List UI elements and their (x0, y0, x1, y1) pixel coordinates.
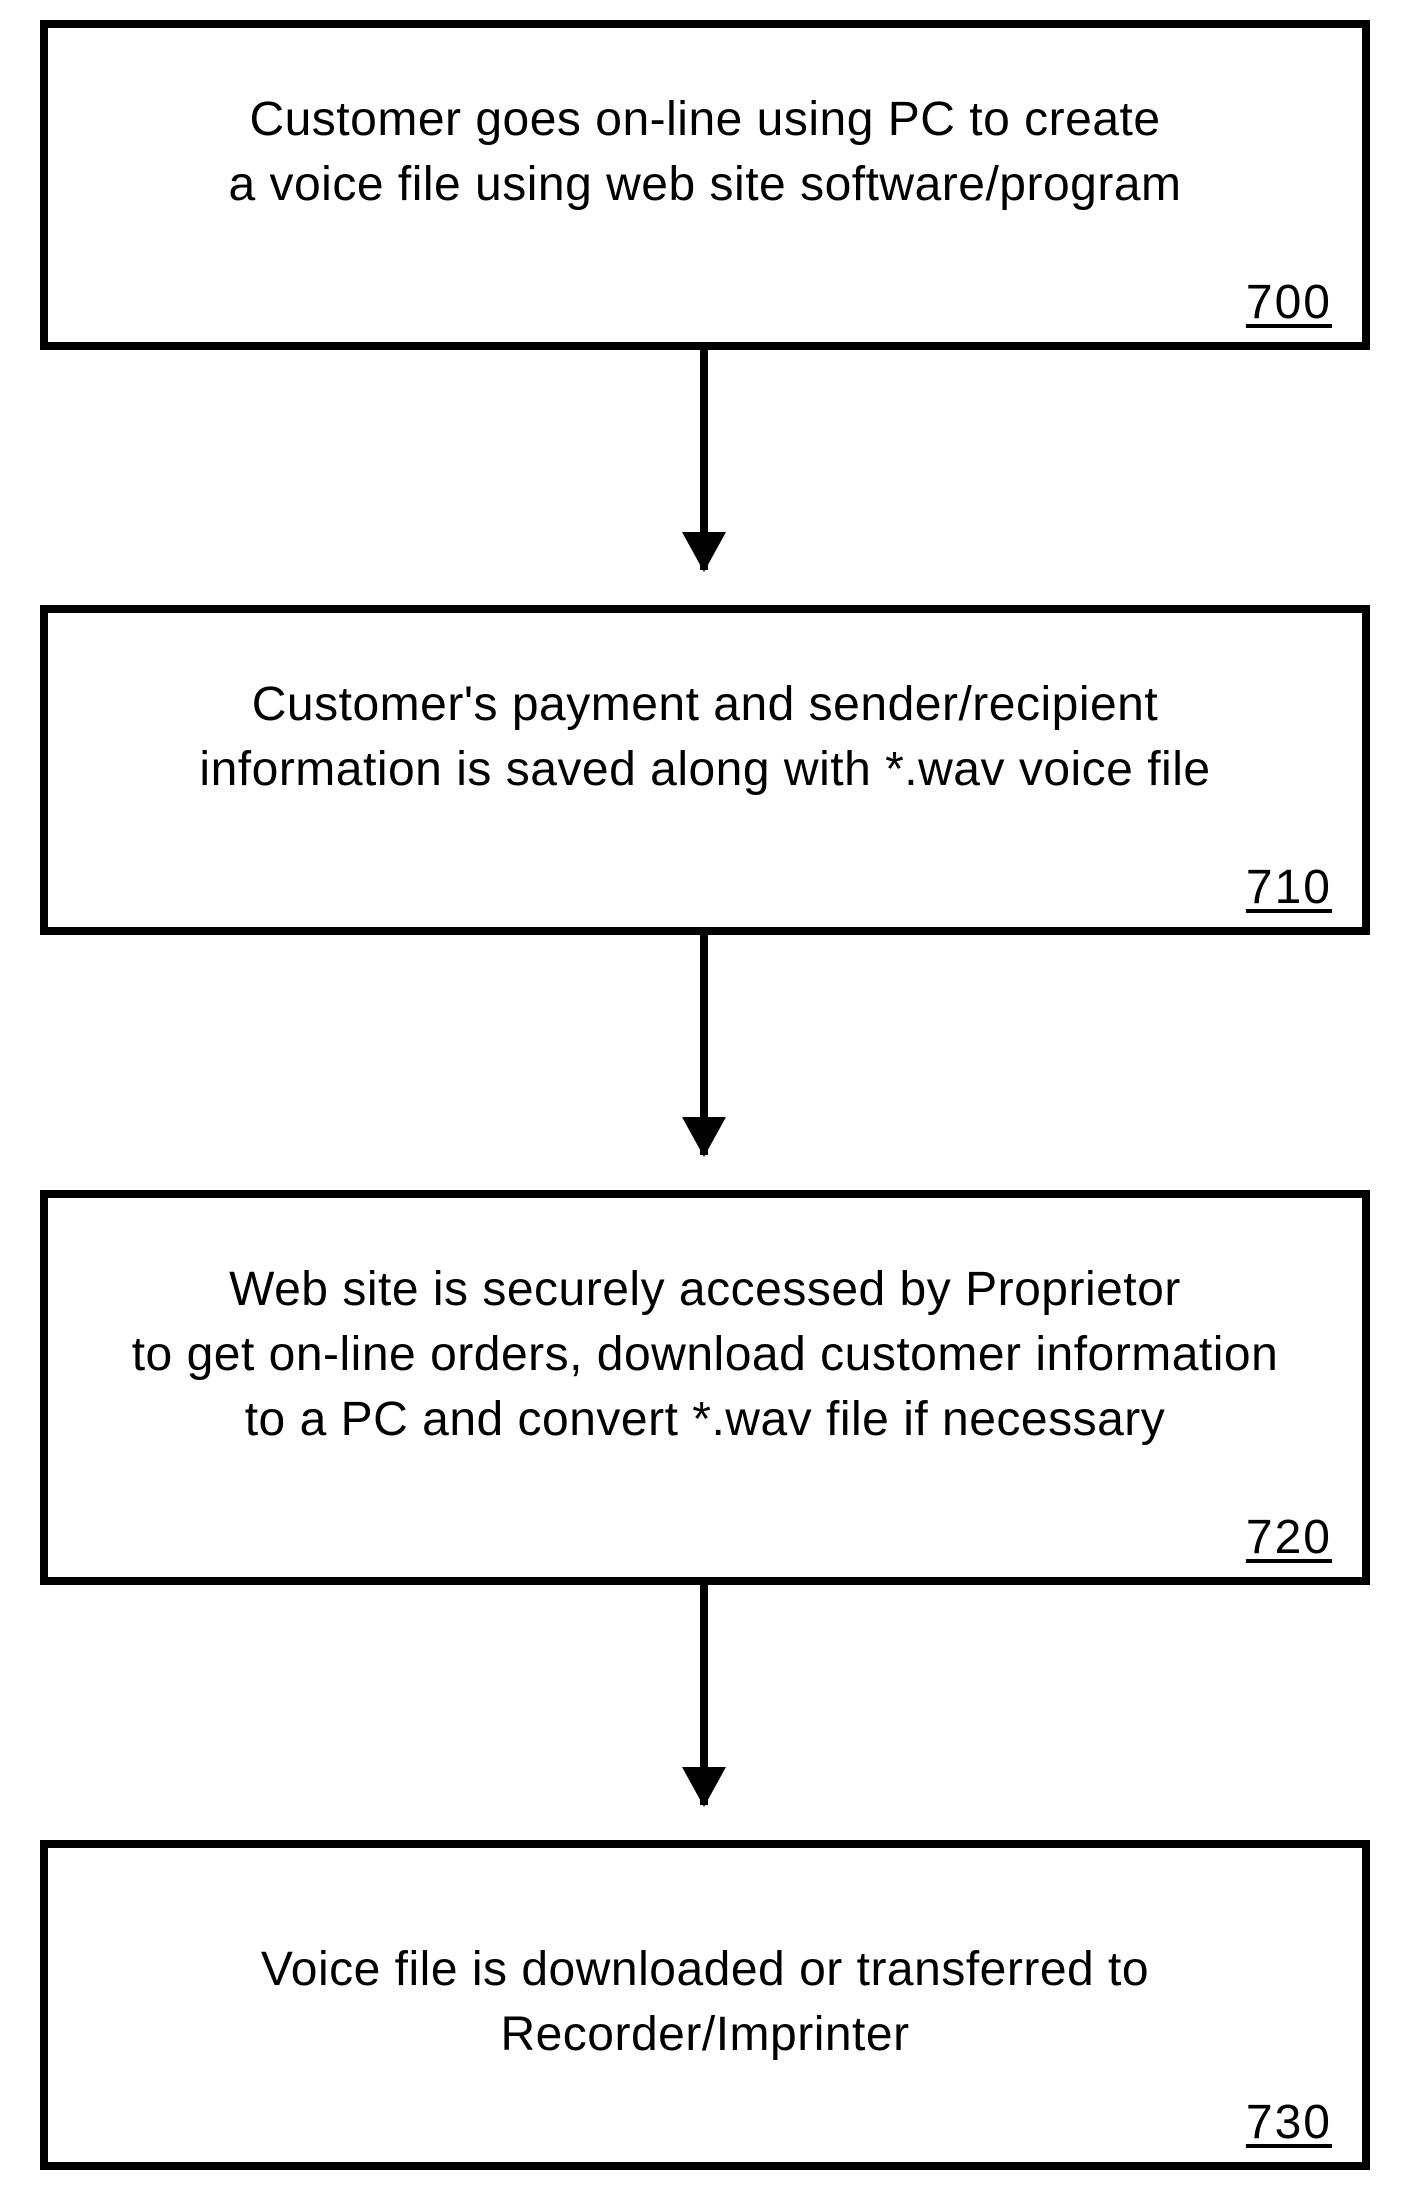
step-box-700: Customer goes on-line using PC to create… (40, 20, 1370, 350)
step-box-720: Web site is securely accessed by Proprie… (40, 1190, 1370, 1585)
step-text: Customer's payment and sender/recipient … (48, 673, 1362, 803)
step-ref: 700 (1246, 275, 1332, 330)
arrow-700-710 (700, 350, 708, 570)
step-text: Customer goes on-line using PC to create… (48, 88, 1362, 218)
step-ref: 710 (1246, 860, 1332, 915)
arrow-720-730 (700, 1585, 708, 1805)
step-box-710: Customer's payment and sender/recipient … (40, 605, 1370, 935)
step-ref: 730 (1246, 2095, 1332, 2150)
flowchart-canvas: Customer goes on-line using PC to create… (0, 0, 1404, 2187)
step-box-730: Voice file is downloaded or transferred … (40, 1840, 1370, 2170)
arrow-710-720 (700, 935, 708, 1155)
step-ref: 720 (1246, 1510, 1332, 1565)
step-text: Web site is securely accessed by Proprie… (48, 1258, 1362, 1452)
step-text: Voice file is downloaded or transferred … (48, 1938, 1362, 2068)
